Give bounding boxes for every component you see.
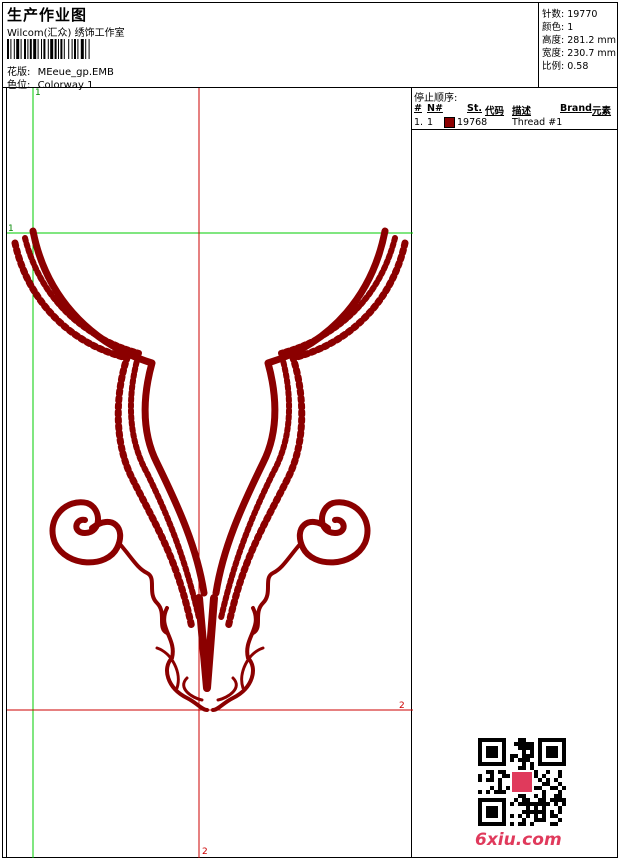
qr-code — [478, 738, 566, 826]
row-stitches: 19768 — [457, 117, 488, 128]
design-scale: 比例: 0.58 — [542, 61, 589, 72]
guide-label-green-h: 1 — [8, 224, 14, 234]
design-width: 宽度: 230.7 mm — [542, 48, 616, 59]
stop-sequence-heading: 停止顺序: — [414, 93, 458, 104]
col-stitches: St. — [467, 103, 482, 114]
stitch-count: 针数: 19770 — [542, 9, 598, 20]
row-number: 1 — [427, 117, 434, 128]
thread-color-swatch — [444, 117, 455, 128]
company-name: Wilcom(汇众) 绣饰工作室 — [7, 28, 125, 39]
guide-label-green-v: 1 — [35, 88, 41, 98]
col-description: 描述 — [512, 106, 532, 117]
color-count: 颜色: 1 — [542, 22, 574, 33]
page-title: 生产作业图 — [7, 6, 88, 24]
col-brand: Brand — [560, 103, 592, 114]
guide-label-red-h: 2 — [399, 701, 405, 711]
design-preview: 1 1 2 2 — [6, 88, 413, 858]
barcode — [7, 39, 90, 59]
col-number: N# — [427, 103, 443, 114]
embroidery-motif — [11, 227, 409, 712]
design-stats: 针数: 19770 颜色: 1 高度: 281.2 mm 宽度: 230.7 m… — [538, 2, 618, 88]
watermark-logo: 6xiu.com — [475, 830, 562, 850]
seal-icon — [512, 772, 532, 792]
header: 生产作业图 Wilcom(汇众) 绣饰工作室 花版: MEeue_gp.EMB … — [2, 2, 618, 91]
panel-divider — [412, 129, 618, 130]
col-index: # — [414, 103, 422, 114]
row-description: Thread #1 — [512, 117, 563, 128]
embroidery-canvas — [7, 88, 413, 858]
design-height: 高度: 281.2 mm — [542, 35, 616, 46]
col-code: 代码 — [485, 106, 505, 117]
col-element: 元素 — [592, 106, 612, 117]
row-index: 1. — [414, 117, 424, 128]
guide-label-red-v: 2 — [202, 847, 208, 857]
